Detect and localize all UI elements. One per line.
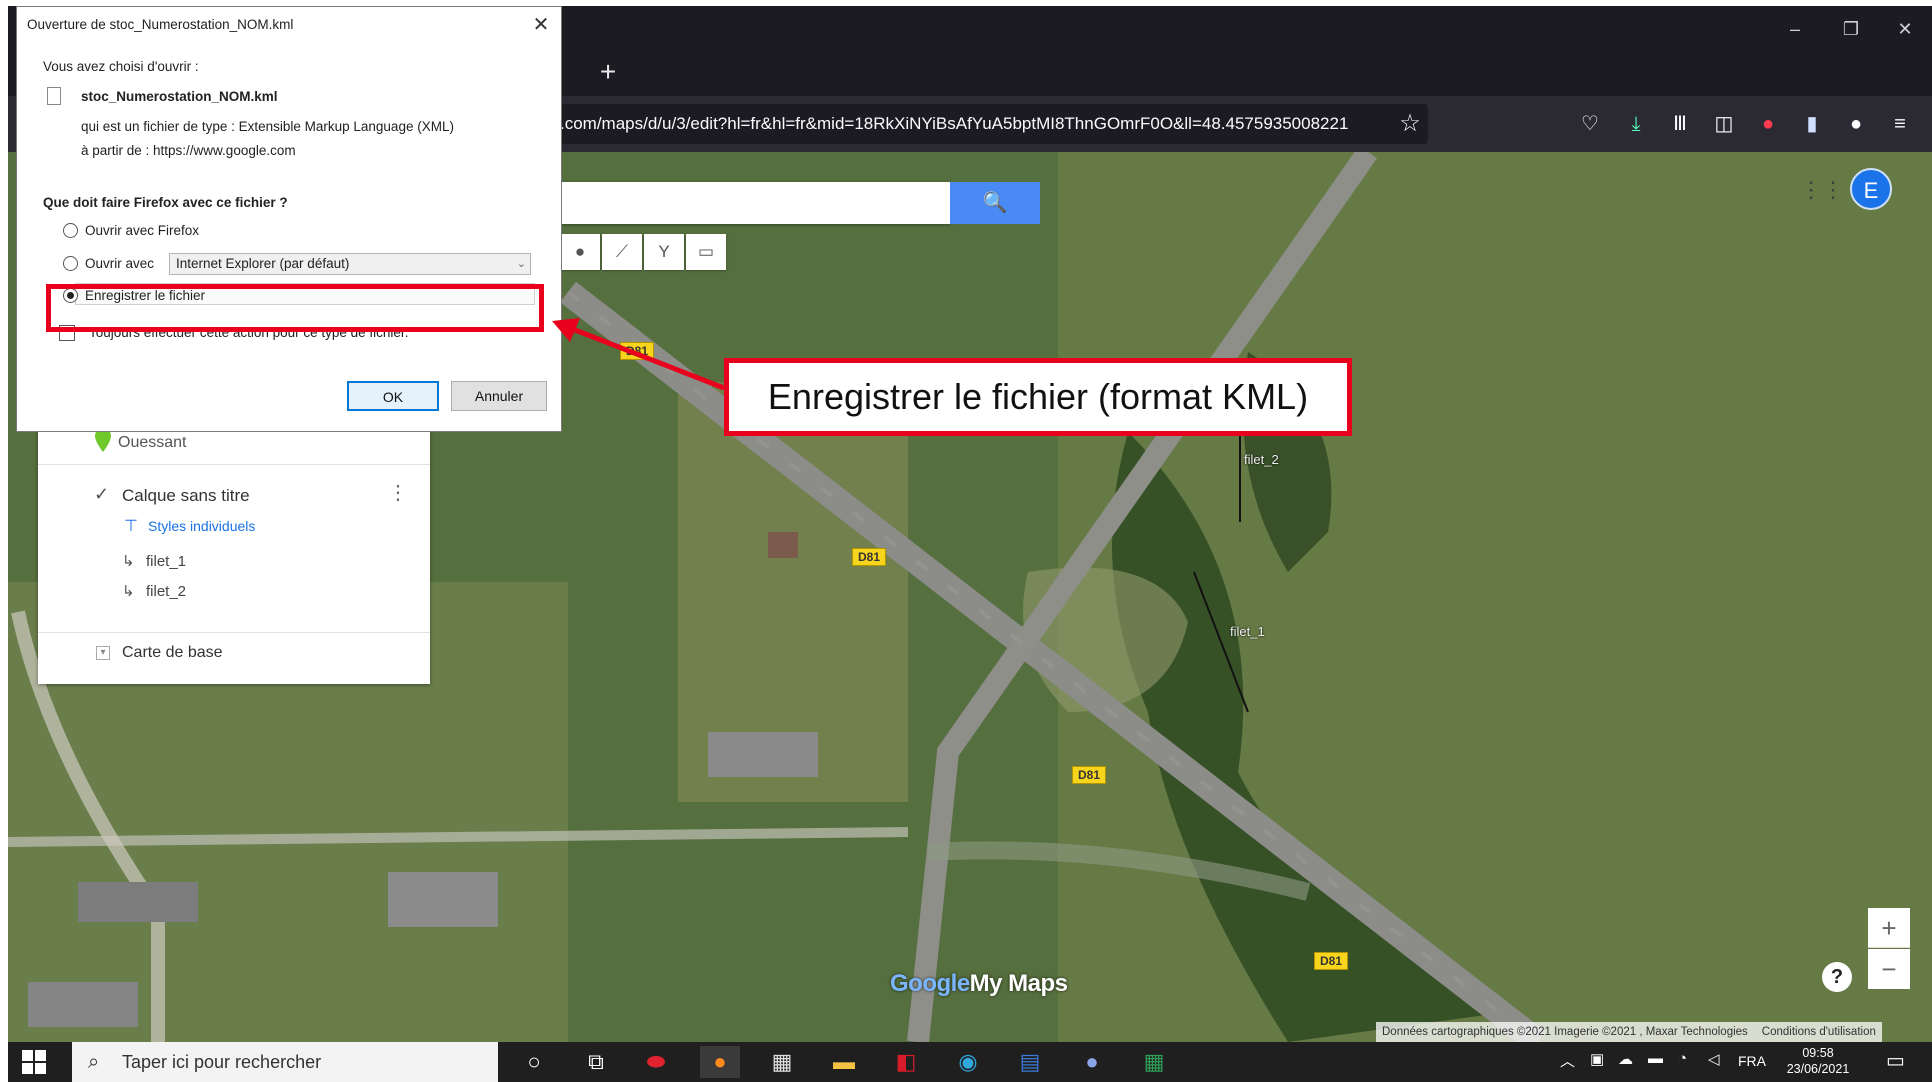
wifi-icon[interactable]: ◔ bbox=[1678, 1050, 1687, 1067]
road-label: D81 bbox=[1072, 766, 1107, 784]
map-line-label[interactable]: filet_1 bbox=[1230, 624, 1265, 639]
dialog-intro: Vous avez choisi d'ouvrir : bbox=[43, 59, 199, 74]
close-window-button[interactable]: ✕ bbox=[1882, 14, 1928, 44]
onedrive-icon[interactable]: ☁ bbox=[1618, 1050, 1633, 1068]
adblock-icon[interactable]: ● bbox=[1750, 106, 1786, 142]
draw-line-icon: ⟋ bbox=[616, 242, 628, 261]
road-label: D81 bbox=[852, 548, 887, 566]
zoom-in-button[interactable]: + bbox=[1868, 908, 1910, 948]
taskbar-search-input[interactable]: ⌕ Taper ici pour rechercher bbox=[72, 1042, 498, 1082]
map-search-button[interactable]: 🔍 bbox=[950, 182, 1040, 224]
ruler-icon: ▭ bbox=[697, 242, 715, 261]
google-apps-icon[interactable]: ⋮⋮ bbox=[1800, 174, 1844, 206]
line-feature-icon: ↳ bbox=[122, 583, 135, 600]
help-icon[interactable]: ? bbox=[1822, 962, 1852, 992]
word-icon[interactable]: ▤ bbox=[1010, 1046, 1050, 1078]
draw-line-tool-button[interactable]: ⟋ bbox=[602, 234, 642, 270]
open-with-app-select[interactable]: Internet Explorer (par défaut) ⌄ bbox=[169, 253, 531, 275]
google-mymaps-logo: GoogleMy Maps bbox=[890, 970, 1068, 997]
layer-options-menu[interactable]: ⋮ bbox=[386, 480, 410, 510]
paint-roller-icon: ⊤ bbox=[124, 518, 138, 535]
library-icon[interactable]: Ⅲ bbox=[1662, 106, 1698, 142]
file-explorer-icon[interactable]: ▬ bbox=[824, 1046, 864, 1078]
file-open-dialog: Ouverture de stoc_Numerostation_NOM.kml … bbox=[16, 6, 562, 432]
directions-tool-button[interactable]: Y bbox=[644, 234, 684, 270]
layer-name[interactable]: Calque sans titre bbox=[122, 486, 250, 506]
r-icon[interactable]: ● bbox=[1072, 1046, 1112, 1078]
minimize-button[interactable]: – bbox=[1772, 14, 1818, 44]
marker-icon: ● bbox=[574, 242, 586, 261]
ok-button[interactable]: OK bbox=[347, 381, 439, 411]
basemap-expand-icon[interactable]: ▾ bbox=[96, 646, 110, 660]
open-with-label[interactable]: Ouvrir avec bbox=[85, 256, 154, 271]
open-with-firefox-label[interactable]: Ouvrir avec Firefox bbox=[85, 223, 199, 238]
taskbar: ⌕ Taper ici pour rechercher ○ ⧉ ⬬ ● ▦ ▬ … bbox=[8, 1042, 1932, 1082]
dialog-source: à partir de : https://www.google.com bbox=[81, 143, 296, 158]
download-icon[interactable]: ⤓ bbox=[1618, 106, 1654, 142]
dialog-file-type: qui est un fichier de type : Extensible … bbox=[81, 119, 454, 134]
dialog-title: Ouverture de stoc_Numerostation_NOM.kml bbox=[27, 17, 294, 32]
app-icon[interactable]: ◧ bbox=[886, 1046, 926, 1078]
highlight-box bbox=[46, 284, 544, 332]
divider bbox=[38, 464, 430, 465]
volume-icon[interactable]: ◁ bbox=[1708, 1050, 1720, 1068]
app-icon[interactable]: ⬬ bbox=[636, 1046, 676, 1078]
add-marker-tool-button[interactable]: ● bbox=[560, 234, 600, 270]
dialog-question: Que doit faire Firefox avec ce fichier ? bbox=[43, 195, 288, 210]
basemap-label[interactable]: Carte de base bbox=[122, 644, 223, 662]
search-icon: 🔍 bbox=[982, 192, 1008, 214]
road-label: D81 bbox=[620, 342, 655, 360]
excel-icon[interactable]: ▦ bbox=[1134, 1046, 1174, 1078]
layer-feature-item[interactable]: ↳ filet_2 bbox=[122, 582, 186, 600]
map-attribution: Données cartographiques ©2021 Imagerie ©… bbox=[1376, 1022, 1882, 1042]
map-title[interactable]: Ouessant bbox=[118, 434, 186, 452]
layer-visibility-checkbox[interactable]: ✓ bbox=[94, 484, 109, 505]
divider bbox=[38, 632, 430, 633]
pocket-icon[interactable]: ♡ bbox=[1572, 106, 1608, 142]
layer-panel: Ouessant ✓ Calque sans titre ⋮ ⊤ Styles … bbox=[38, 422, 430, 684]
new-tab-button[interactable]: + bbox=[588, 52, 628, 92]
cancel-button[interactable]: Annuler bbox=[451, 381, 547, 411]
dialog-filename: stoc_Numerostation_NOM.kml bbox=[81, 89, 278, 104]
chevron-up-icon[interactable]: ︿ bbox=[1560, 1050, 1575, 1071]
sidebar-icon[interactable]: ◫ bbox=[1706, 106, 1742, 142]
tray-icon[interactable]: ▣ bbox=[1590, 1050, 1604, 1068]
url-bar[interactable]: .com/maps/d/u/3/edit?hl=fr&hl=fr&mid=18R… bbox=[548, 104, 1428, 144]
notification-icon[interactable]: ▭ bbox=[1886, 1048, 1905, 1073]
open-with-radio[interactable] bbox=[63, 256, 78, 271]
task-view-icon[interactable]: ⧉ bbox=[576, 1046, 616, 1078]
chevron-down-icon: ⌄ bbox=[516, 258, 526, 270]
terms-link[interactable]: Conditions d'utilisation bbox=[1762, 1026, 1876, 1038]
store-icon[interactable]: ▦ bbox=[762, 1046, 802, 1078]
layer-feature-item[interactable]: ↳ filet_1 bbox=[122, 552, 186, 570]
clock[interactable]: 09:58 23/06/2021 bbox=[1786, 1045, 1850, 1077]
extension-icon[interactable]: ● bbox=[1838, 106, 1874, 142]
battery-icon[interactable]: ▬ bbox=[1648, 1050, 1663, 1067]
open-with-firefox-radio[interactable] bbox=[63, 223, 78, 238]
map-line-label[interactable]: filet_2 bbox=[1244, 452, 1279, 467]
individual-styles-link[interactable]: Styles individuels bbox=[148, 518, 255, 534]
measure-tool-button[interactable]: ▭ bbox=[686, 234, 726, 270]
file-icon bbox=[47, 87, 61, 105]
windows-start-icon[interactable] bbox=[22, 1050, 46, 1074]
edge-icon[interactable]: ◉ bbox=[948, 1046, 988, 1078]
account-avatar[interactable]: E bbox=[1850, 168, 1892, 210]
zoom-out-button[interactable]: − bbox=[1868, 949, 1910, 989]
callout-label: Enregistrer le fichier (format KML) bbox=[724, 358, 1352, 436]
bookmark-star-icon[interactable]: ☆ bbox=[1392, 104, 1428, 144]
directions-icon: Y bbox=[658, 242, 670, 261]
dialog-close-button[interactable]: ✕ bbox=[523, 9, 559, 41]
search-icon: ⌕ bbox=[88, 1051, 100, 1073]
cortana-icon[interactable]: ○ bbox=[514, 1046, 554, 1078]
map-search-input[interactable] bbox=[560, 182, 950, 224]
language-indicator[interactable]: FRA bbox=[1738, 1053, 1766, 1069]
menu-icon[interactable]: ≡ bbox=[1882, 106, 1918, 142]
road-label: D81 bbox=[1314, 952, 1349, 970]
map-toolbar: ● ⟋ Y ▭ bbox=[560, 234, 726, 270]
reader-icon[interactable]: ▮ bbox=[1794, 106, 1830, 142]
firefox-icon[interactable]: ● bbox=[700, 1046, 740, 1078]
line-feature-icon: ↳ bbox=[122, 553, 135, 570]
restore-button[interactable]: ❐ bbox=[1828, 14, 1874, 44]
screen: + – ❐ ✕ .com/maps/d/u/3/edit?hl=fr&hl=fr… bbox=[8, 6, 1932, 1082]
